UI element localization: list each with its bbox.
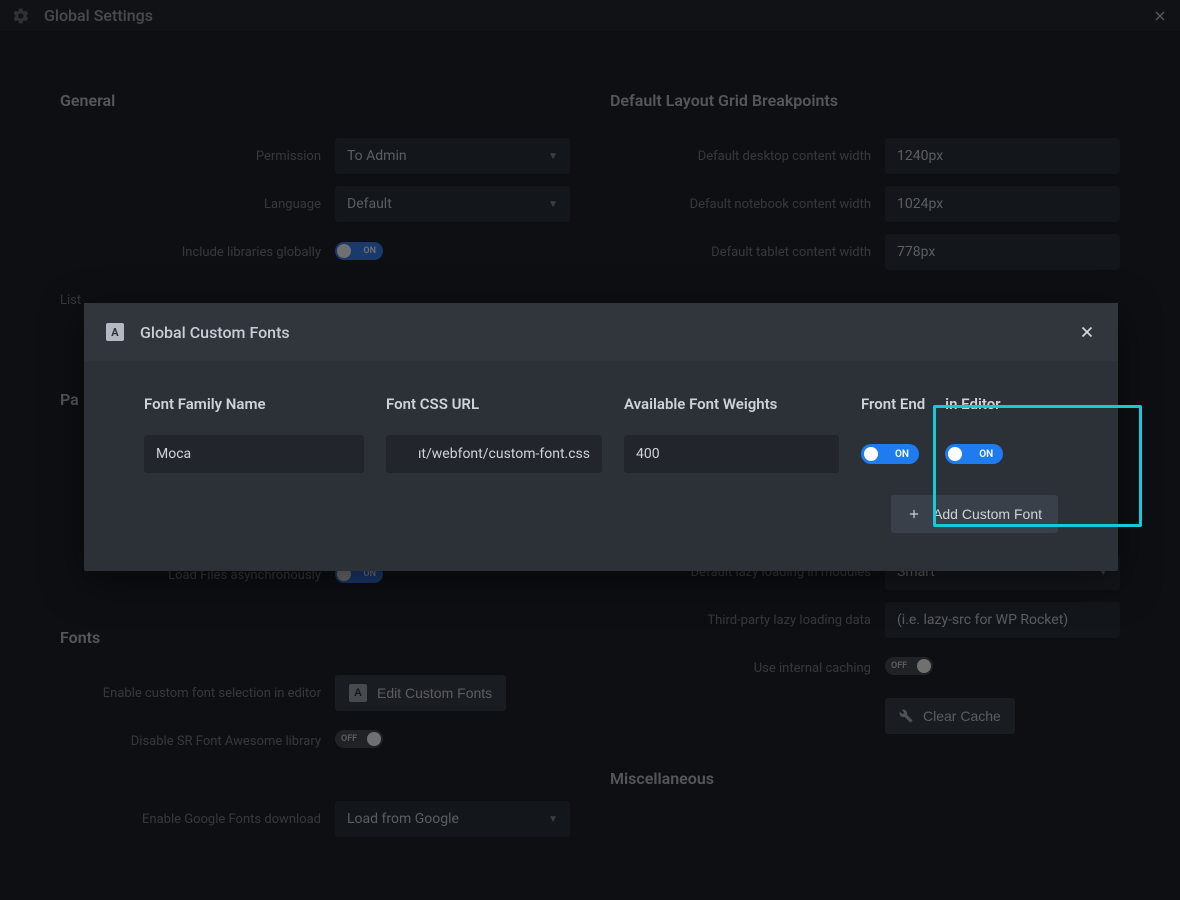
- google-fonts-dl-label: Enable Google Fonts download: [60, 812, 335, 827]
- include-libs-label: Include libraries globally: [60, 245, 335, 260]
- toggle-on-text: ON: [363, 246, 376, 256]
- notebook-width-label: Default notebook content width: [610, 197, 885, 212]
- google-fonts-dl-value: Load from Google: [347, 811, 459, 827]
- internal-caching-label: Use internal caching: [610, 661, 885, 676]
- font-weights-label: Available Font Weights: [624, 395, 839, 413]
- font-weights-input[interactable]: [624, 435, 839, 473]
- disable-fa-toggle[interactable]: OFF: [335, 730, 383, 748]
- font-a-icon: A: [106, 323, 124, 341]
- chevron-down-icon: ▼: [548, 151, 558, 162]
- font-name-label: Font Family Name: [144, 395, 364, 413]
- desktop-width-input[interactable]: 1240px: [885, 138, 1120, 174]
- language-select[interactable]: Default ▼: [335, 186, 570, 222]
- plus-icon: [907, 507, 921, 521]
- language-label: Language: [60, 197, 335, 212]
- frontend-toggle[interactable]: ON: [861, 444, 919, 464]
- modal-title: Global Custom Fonts: [140, 323, 290, 342]
- page-title: Global Settings: [44, 6, 153, 25]
- modal-close-icon[interactable]: [1078, 323, 1096, 341]
- section-fonts-title: Fonts: [60, 628, 570, 647]
- third-party-lazy-input[interactable]: (i.e. lazy-src for WP Rocket): [885, 602, 1120, 638]
- titlebar-close-icon[interactable]: [1152, 8, 1168, 24]
- section-grid-title: Default Layout Grid Breakpoints: [610, 91, 1120, 110]
- titlebar: Global Settings: [0, 0, 1180, 31]
- edit-custom-fonts-button[interactable]: A Edit Custom Fonts: [335, 675, 506, 711]
- font-name-input[interactable]: [144, 435, 364, 473]
- notebook-width-input[interactable]: 1024px: [885, 186, 1120, 222]
- disable-fa-label: Disable SR Font Awesome library: [60, 734, 335, 749]
- permission-select[interactable]: To Admin ▼: [335, 138, 570, 174]
- third-party-lazy-label: Third-party lazy loading data: [610, 613, 885, 628]
- in-editor-toggle[interactable]: ON: [945, 444, 1003, 464]
- toggle-off-text: OFF: [341, 734, 357, 744]
- frontend-label: Front End: [861, 395, 925, 413]
- section-general-title: General: [60, 91, 570, 110]
- permission-value: To Admin: [347, 148, 407, 164]
- font-url-input[interactable]: [386, 435, 602, 473]
- permission-label: Permission: [60, 149, 335, 164]
- google-fonts-dl-select[interactable]: Load from Google ▼: [335, 801, 570, 837]
- custom-fonts-modal: A Global Custom Fonts Font Family Name F…: [84, 303, 1118, 571]
- gear-icon: [12, 7, 30, 25]
- toggle-on-text: ON: [895, 449, 909, 460]
- internal-caching-toggle[interactable]: OFF: [885, 657, 933, 675]
- clear-cache-button[interactable]: Clear Cache: [885, 698, 1015, 734]
- in-editor-label: in Editor: [945, 395, 1003, 413]
- font-a-icon: A: [349, 684, 367, 702]
- enable-custom-fonts-label: Enable custom font selection in editor: [60, 686, 335, 701]
- desktop-width-label: Default desktop content width: [610, 149, 885, 164]
- list-label: List: [60, 293, 81, 308]
- tablet-width-label: Default tablet content width: [610, 245, 885, 260]
- tablet-width-input[interactable]: 778px: [885, 234, 1120, 270]
- language-value: Default: [347, 196, 392, 212]
- toggle-off-text: OFF: [891, 661, 907, 671]
- chevron-down-icon: ▼: [548, 199, 558, 210]
- font-url-label: Font CSS URL: [386, 395, 602, 413]
- chevron-down-icon: ▼: [548, 814, 558, 825]
- add-custom-font-button[interactable]: Add Custom Font: [891, 495, 1058, 533]
- modal-header: A Global Custom Fonts: [84, 303, 1118, 361]
- toggle-on-text: ON: [979, 449, 993, 460]
- include-libs-toggle[interactable]: ON: [335, 242, 383, 260]
- section-misc-title: Miscellaneous: [610, 769, 1120, 788]
- wrench-icon: [899, 709, 913, 723]
